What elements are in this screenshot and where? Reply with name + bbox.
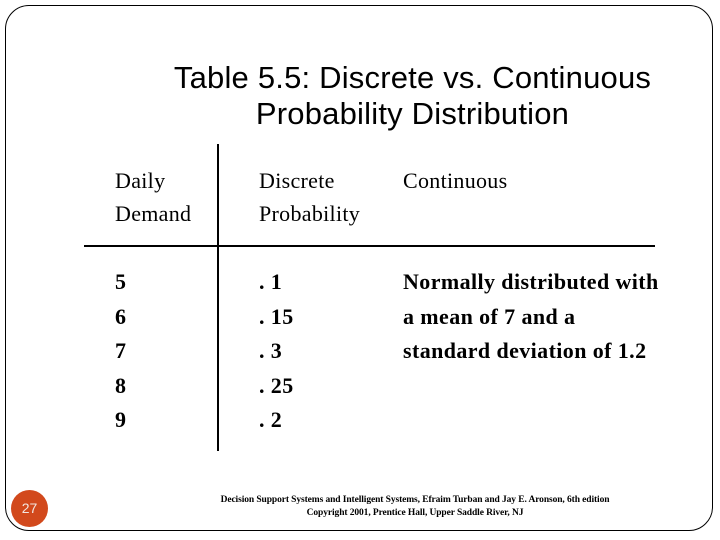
table-cell-demand: 7 xyxy=(115,338,127,363)
header-discrete-probability: Discrete Probability xyxy=(259,168,361,226)
slide-title: Table 5.5: Discrete vs. Continuous Proba… xyxy=(110,60,715,132)
slide-title-line-1: Table 5.5: Discrete vs. Continuous xyxy=(173,60,652,95)
table-cell-demand: 5 xyxy=(115,269,127,294)
table-cell-probability: . 3 xyxy=(259,338,283,363)
table-cell-probability: . 15 xyxy=(259,303,294,329)
discrete-probability-column: . 1 . 15 . 3 . 25 . 2 xyxy=(259,265,294,438)
footer-citation: Decision Support Systems and Intelligent… xyxy=(150,494,680,520)
table-column-divider xyxy=(217,144,219,451)
table-cell-demand: 8 xyxy=(115,372,127,398)
table-header-divider xyxy=(84,245,655,247)
slide-title-line-2: Probability Distribution xyxy=(255,96,570,131)
header-continuous: Continuous xyxy=(403,168,508,193)
continuous-description: Normally distributed with a mean of 7 an… xyxy=(403,269,659,363)
table-cell-demand: 9 xyxy=(115,407,127,432)
table-cell-probability: . 1 xyxy=(259,269,283,294)
header-daily-demand: Daily Demand xyxy=(115,168,192,226)
table-cell-probability: . 2 xyxy=(259,407,283,432)
table-cell-probability: . 25 xyxy=(259,372,294,398)
daily-demand-column: 5 6 7 8 9 xyxy=(115,265,126,438)
table-cell-demand: 6 xyxy=(115,303,127,329)
slide-number-badge: 27 xyxy=(11,490,48,527)
footer-line-2: Copyright 2001, Prentice Hall, Upper Sad… xyxy=(306,508,524,518)
footer-line-1: Decision Support Systems and Intelligent… xyxy=(220,495,610,505)
